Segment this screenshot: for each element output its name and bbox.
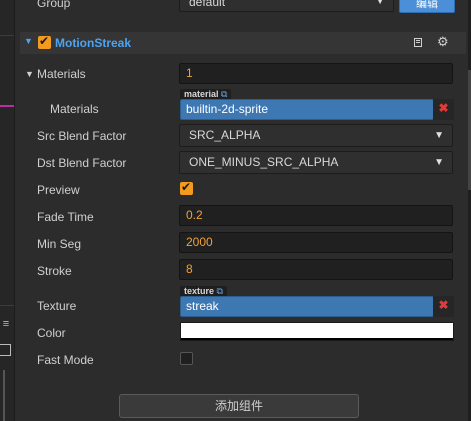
- materials-item-label: Materials: [50, 102, 99, 116]
- external-link-icon[interactable]: ⧉: [221, 89, 227, 99]
- chevron-down-icon: ▼: [375, 0, 385, 7]
- timeline-marker: [0, 105, 14, 107]
- stroke-input[interactable]: 8: [179, 259, 453, 280]
- preview-label: Preview: [37, 183, 80, 197]
- color-label: Color: [37, 326, 66, 340]
- collapse-arrow-icon[interactable]: ▼: [24, 36, 33, 46]
- chevron-down-icon: ▼: [434, 130, 444, 141]
- component-enabled-checkbox[interactable]: [38, 34, 51, 49]
- external-link-icon[interactable]: ⧉: [217, 286, 223, 296]
- fade-time-input[interactable]: 0.2: [179, 205, 453, 226]
- preview-checkbox[interactable]: [180, 180, 193, 195]
- panel-toggle-icon[interactable]: [0, 344, 11, 356]
- src-blend-label: Src Blend Factor: [37, 129, 127, 143]
- color-swatch[interactable]: [180, 322, 454, 341]
- texture-label: Texture: [37, 299, 77, 313]
- expand-arrow-icon[interactable]: ▼: [25, 69, 34, 79]
- component-title: MotionStreak: [55, 36, 132, 50]
- dst-blend-label: Dst Blend Factor: [37, 156, 127, 170]
- add-component-button[interactable]: 添加组件: [119, 394, 359, 418]
- strip-divider: [0, 35, 14, 36]
- fade-time-label: Fade Time: [37, 210, 94, 224]
- book-icon[interactable]: [412, 35, 424, 49]
- remove-material-icon[interactable]: ✖: [433, 99, 454, 120]
- material-asset-field[interactable]: builtin-2d-sprite: [180, 99, 434, 120]
- gear-icon[interactable]: ⚙: [437, 34, 449, 50]
- alpha-bar: [181, 338, 453, 340]
- materials-count-input[interactable]: 1: [179, 63, 453, 84]
- fast-mode-label: Fast Mode: [37, 353, 94, 367]
- menu-icon[interactable]: ≡: [0, 318, 12, 330]
- texture-tag-text: texture: [184, 286, 215, 296]
- min-seg-label: Min Seg: [37, 237, 82, 251]
- strip-scrollbar[interactable]: [3, 370, 5, 421]
- fast-mode-checkbox[interactable]: [180, 352, 193, 365]
- dst-blend-select[interactable]: ONE_MINUS_SRC_ALPHA ▼: [179, 151, 453, 174]
- dst-blend-value: ONE_MINUS_SRC_ALPHA: [189, 155, 339, 169]
- group-select[interactable]: default ▼: [179, 0, 394, 12]
- group-label: Group: [37, 0, 71, 10]
- min-seg-input[interactable]: 2000: [179, 232, 453, 253]
- group-value: default: [189, 0, 226, 9]
- texture-asset-field[interactable]: streak: [180, 296, 434, 317]
- remove-texture-icon[interactable]: ✖: [433, 296, 454, 317]
- stroke-label: Stroke: [37, 264, 72, 278]
- materials-label: Materials: [37, 67, 86, 81]
- src-blend-select[interactable]: SRC_ALPHA ▼: [179, 124, 453, 147]
- edit-group-button[interactable]: 编辑: [399, 0, 455, 13]
- src-blend-value: SRC_ALPHA: [189, 128, 261, 142]
- material-tag-text: material: [184, 89, 219, 99]
- chevron-down-icon: ▼: [434, 157, 444, 168]
- left-panel-strip: [0, 0, 15, 421]
- strip-divider: [0, 305, 14, 306]
